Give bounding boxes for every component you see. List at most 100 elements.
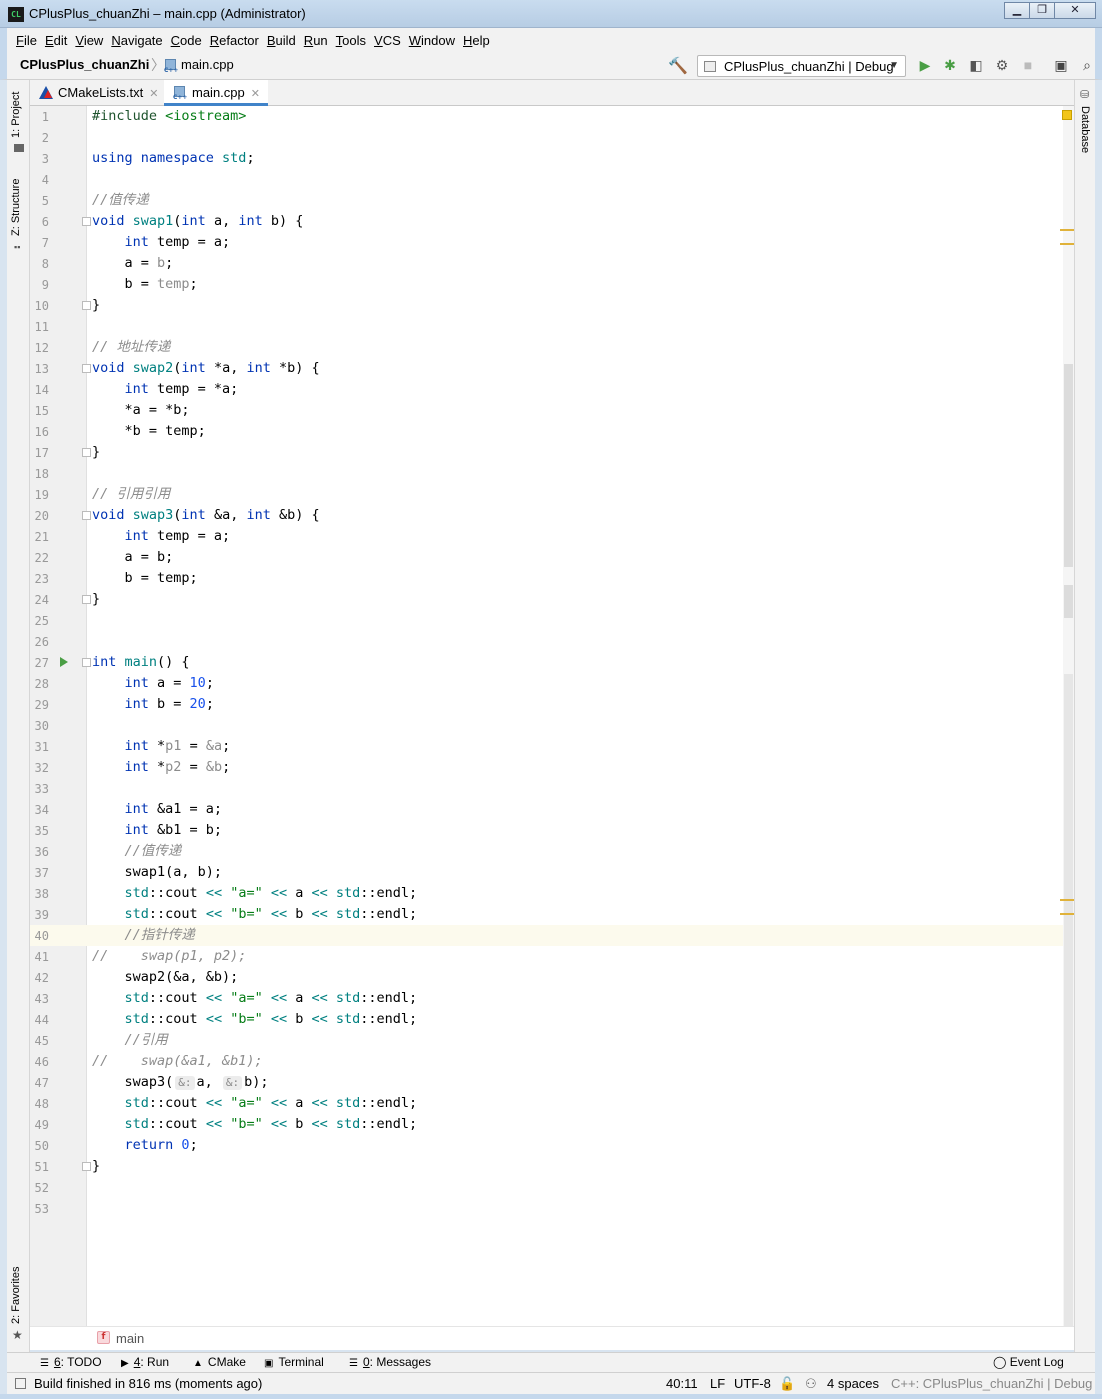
code-line[interactable]: 12 // 地址传递 bbox=[30, 337, 1074, 358]
code-line[interactable]: 45 //引用 bbox=[30, 1030, 1074, 1051]
code-line[interactable]: 29 int b = 20; bbox=[30, 694, 1074, 715]
tool-window-terminal[interactable]: ▣ Terminal bbox=[264, 1355, 324, 1369]
code-editor[interactable]: 1 #include <iostream> 2 3 using namespace st… bbox=[30, 106, 1074, 1326]
code-line[interactable]: 5 //值传递 bbox=[30, 190, 1074, 211]
code-line[interactable]: 43 std::cout << "a=" << a << std::endl; bbox=[30, 988, 1074, 1009]
code-line[interactable]: 33 bbox=[30, 778, 1074, 799]
menu-item-edit[interactable]: Edit bbox=[41, 33, 71, 48]
run-configuration-select[interactable]: CPlusPlus_chuanZhi | Debug ▼ bbox=[697, 55, 906, 77]
project-structure-icon[interactable]: ▣ bbox=[1052, 56, 1070, 74]
tool-window-cmake[interactable]: ▲ CMake bbox=[193, 1355, 246, 1369]
code-line[interactable]: 53 bbox=[30, 1198, 1074, 1219]
close-tab-icon[interactable]: ✕ bbox=[251, 88, 260, 100]
breadcrumb-function[interactable]: main bbox=[116, 1331, 144, 1346]
fold-marker-icon[interactable] bbox=[82, 301, 91, 310]
code-line[interactable]: 39 std::cout << "b=" << b << std::endl; bbox=[30, 904, 1074, 925]
breadcrumb-file[interactable]: main.cpp bbox=[181, 57, 234, 72]
code-line[interactable]: 2 bbox=[30, 127, 1074, 148]
menu-item-navigate[interactable]: Navigate bbox=[107, 33, 166, 48]
code-line[interactable]: 14 int temp = *a; bbox=[30, 379, 1074, 400]
database-tool-tab[interactable]: Database bbox=[1079, 106, 1091, 153]
lock-icon[interactable]: 🔓 bbox=[779, 1376, 795, 1392]
breadcrumb-project[interactable]: CPlusPlus_chuanZhi bbox=[20, 57, 149, 72]
file-encoding[interactable]: UTF-8 bbox=[734, 1376, 771, 1391]
code-line[interactable]: 35 int &b1 = b; bbox=[30, 820, 1074, 841]
code-line[interactable]: 26 bbox=[30, 631, 1074, 652]
code-line[interactable]: 51} bbox=[30, 1156, 1074, 1177]
project-tool-tab[interactable]: 1: Project bbox=[10, 92, 22, 138]
code-line[interactable]: 41 // swap(p1, p2); bbox=[30, 946, 1074, 967]
run-icon[interactable]: ▶ bbox=[916, 56, 934, 74]
menu-item-window[interactable]: Window bbox=[405, 33, 459, 48]
code-line[interactable]: 6 void swap1(int a, int b) { bbox=[30, 211, 1074, 232]
maximize-button[interactable]: ❐ bbox=[1029, 2, 1055, 19]
code-line[interactable]: 18 bbox=[30, 463, 1074, 484]
inspector-icon[interactable]: ⚇ bbox=[805, 1376, 817, 1392]
tool-window-run[interactable]: ▶ 4: Run bbox=[121, 1355, 169, 1369]
warning-marker[interactable] bbox=[1060, 229, 1074, 231]
code-line[interactable]: 23 b = temp; bbox=[30, 568, 1074, 589]
menu-item-vcs[interactable]: VCS bbox=[370, 33, 405, 48]
fold-marker-icon[interactable] bbox=[82, 448, 91, 457]
menu-item-file[interactable]: File bbox=[12, 33, 41, 48]
warning-marker[interactable] bbox=[1060, 899, 1074, 901]
code-line[interactable]: 49 std::cout << "b=" << b << std::endl; bbox=[30, 1114, 1074, 1135]
code-line[interactable]: 47 swap3(&: a, &: b); bbox=[30, 1072, 1074, 1093]
code-line[interactable]: 16 *b = temp; bbox=[30, 421, 1074, 442]
scrollbar-thumb[interactable] bbox=[1064, 364, 1073, 567]
code-line[interactable]: 34 int &a1 = a; bbox=[30, 799, 1074, 820]
code-line[interactable]: 27 int main() { bbox=[30, 652, 1074, 673]
code-line[interactable]: 21 int temp = a; bbox=[30, 526, 1074, 547]
warning-marker[interactable] bbox=[1060, 243, 1074, 245]
code-line[interactable]: 46 // swap(&a1, &b1); bbox=[30, 1051, 1074, 1072]
code-line[interactable]: 48 std::cout << "a=" << a << std::endl; bbox=[30, 1093, 1074, 1114]
code-line[interactable]: 10} bbox=[30, 295, 1074, 316]
fold-marker-icon[interactable] bbox=[82, 364, 91, 373]
code-line[interactable]: 32 int *p2 = &b; bbox=[30, 757, 1074, 778]
close-tab-icon[interactable]: ✕ bbox=[149, 88, 158, 100]
line-separator[interactable]: LF bbox=[710, 1376, 725, 1391]
code-line[interactable]: 25 bbox=[30, 610, 1074, 631]
menu-item-code[interactable]: Code bbox=[167, 33, 206, 48]
code-line[interactable]: 9 b = temp; bbox=[30, 274, 1074, 295]
event-log-button[interactable]: ◯ Event Log bbox=[993, 1355, 1064, 1369]
fold-marker-icon[interactable] bbox=[82, 217, 91, 226]
menu-item-refactor[interactable]: Refactor bbox=[206, 33, 263, 48]
editor-scrollbar[interactable] bbox=[1063, 106, 1074, 1326]
fold-marker-icon[interactable] bbox=[82, 595, 91, 604]
menu-item-build[interactable]: Build bbox=[263, 33, 300, 48]
menu-item-tools[interactable]: Tools bbox=[332, 33, 370, 48]
coverage-icon[interactable]: ◧ bbox=[967, 56, 985, 74]
code-line[interactable]: 24} bbox=[30, 589, 1074, 610]
search-icon[interactable]: ⌕ bbox=[1078, 56, 1096, 74]
menu-item-help[interactable]: Help bbox=[459, 33, 494, 48]
fold-marker-icon[interactable] bbox=[82, 658, 91, 667]
tool-window-messages[interactable]: ☰ 0: Messages bbox=[349, 1355, 431, 1369]
code-line[interactable]: 52 bbox=[30, 1177, 1074, 1198]
layout-toggle-icon[interactable] bbox=[15, 1378, 26, 1389]
debug-bug-icon[interactable]: ✱ bbox=[941, 56, 959, 74]
tab-main-cpp[interactable]: C++ main.cpp ✕ bbox=[164, 80, 268, 106]
menu-item-view[interactable]: View bbox=[71, 33, 107, 48]
code-line[interactable]: 38 std::cout << "a=" << a << std::endl; bbox=[30, 883, 1074, 904]
code-line[interactable]: 8 a = b; bbox=[30, 253, 1074, 274]
status-message[interactable]: Build finished in 816 ms (moments ago) bbox=[34, 1376, 262, 1391]
code-line[interactable]: 36 //值传递 bbox=[30, 841, 1074, 862]
indent-setting[interactable]: 4 spaces bbox=[827, 1376, 879, 1391]
profile-icon[interactable]: ⚙ bbox=[993, 56, 1011, 74]
code-line[interactable]: 13 void swap2(int *a, int *b) { bbox=[30, 358, 1074, 379]
code-line[interactable]: 7 int temp = a; bbox=[30, 232, 1074, 253]
stop-icon[interactable]: ■ bbox=[1019, 56, 1037, 74]
code-line[interactable]: 15 *a = *b; bbox=[30, 400, 1074, 421]
run-gutter-icon[interactable] bbox=[60, 657, 68, 667]
code-line[interactable]: 4 bbox=[30, 169, 1074, 190]
resolve-context[interactable]: C++: CPlusPlus_chuanZhi | Debug bbox=[891, 1376, 1092, 1391]
fold-marker-icon[interactable] bbox=[82, 1162, 91, 1171]
tab-cmakelists[interactable]: CMakeLists.txt ✕ bbox=[30, 80, 166, 106]
close-window-button[interactable]: ✕ bbox=[1054, 2, 1096, 19]
fold-marker-icon[interactable] bbox=[82, 511, 91, 520]
minimize-button[interactable]: ▁ bbox=[1004, 2, 1030, 19]
code-line[interactable]: 17} bbox=[30, 442, 1074, 463]
code-line[interactable]: 11 bbox=[30, 316, 1074, 337]
build-hammer-icon[interactable]: 🔨 bbox=[668, 56, 688, 76]
